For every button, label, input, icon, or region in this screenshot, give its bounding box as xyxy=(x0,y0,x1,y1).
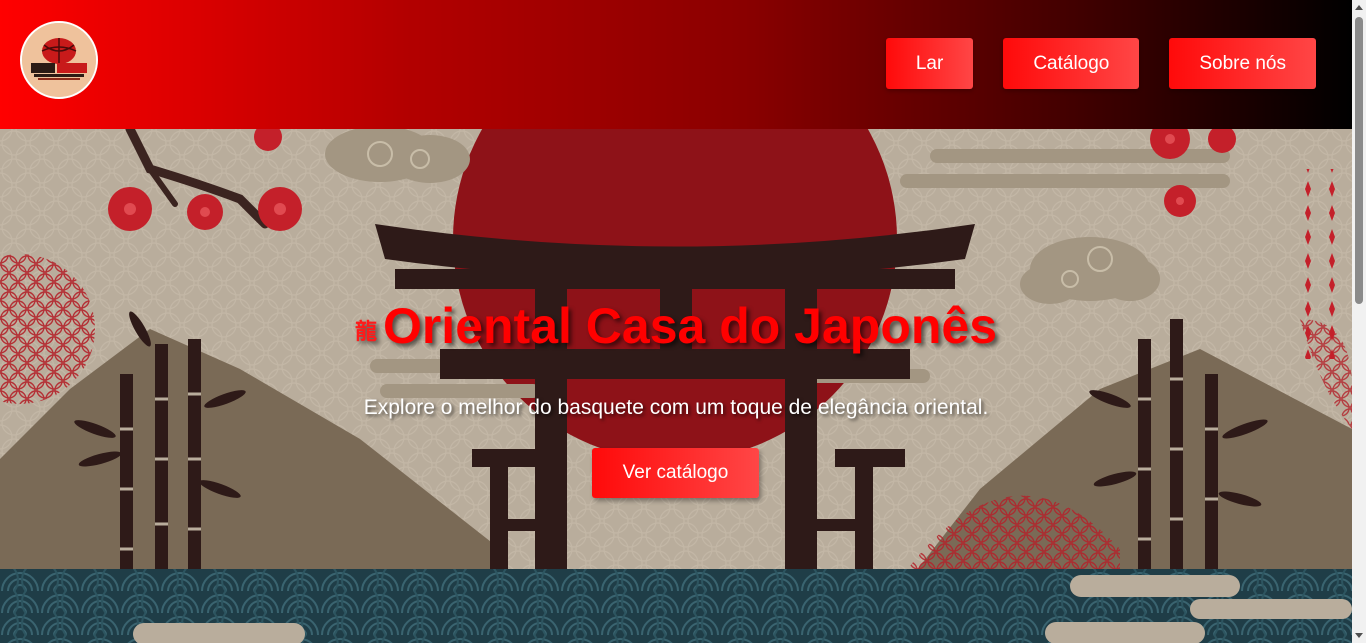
page: Lar Catálogo Sobre nós 龍 Oriental Casa d… xyxy=(0,0,1366,643)
hero-subtitle: Explore o melhor do basquete com um toqu… xyxy=(363,396,989,419)
nav-about-button[interactable]: Sobre nós xyxy=(1169,38,1316,89)
view-catalog-button[interactable]: Ver catálogo xyxy=(592,448,759,498)
logo[interactable] xyxy=(20,21,98,99)
hero-section: 龍 Oriental Casa do Japonês Explore o melh… xyxy=(0,129,1352,643)
hero-title: 龍 Oriental Casa do Japonês xyxy=(0,297,1352,355)
main-nav: Lar Catálogo Sobre nós xyxy=(885,38,1316,89)
hero-content: 龍 Oriental Casa do Japonês Explore o melh… xyxy=(0,129,1352,643)
scroll-down-arrow-icon[interactable] xyxy=(1355,633,1363,638)
nav-home-button[interactable]: Lar xyxy=(885,38,974,89)
basketball-logo-icon xyxy=(22,23,96,97)
site-header: Lar Catálogo Sobre nós xyxy=(0,0,1352,129)
page-scrollbar[interactable] xyxy=(1352,0,1366,643)
nav-catalog-button[interactable]: Catálogo xyxy=(1003,38,1140,89)
scroll-up-arrow-icon[interactable] xyxy=(1355,5,1363,10)
scroll-thumb[interactable] xyxy=(1355,17,1363,304)
dragon-kanji-icon: 龍 xyxy=(354,318,377,344)
hero-title-text: Oriental Casa do Japonês xyxy=(382,298,998,354)
